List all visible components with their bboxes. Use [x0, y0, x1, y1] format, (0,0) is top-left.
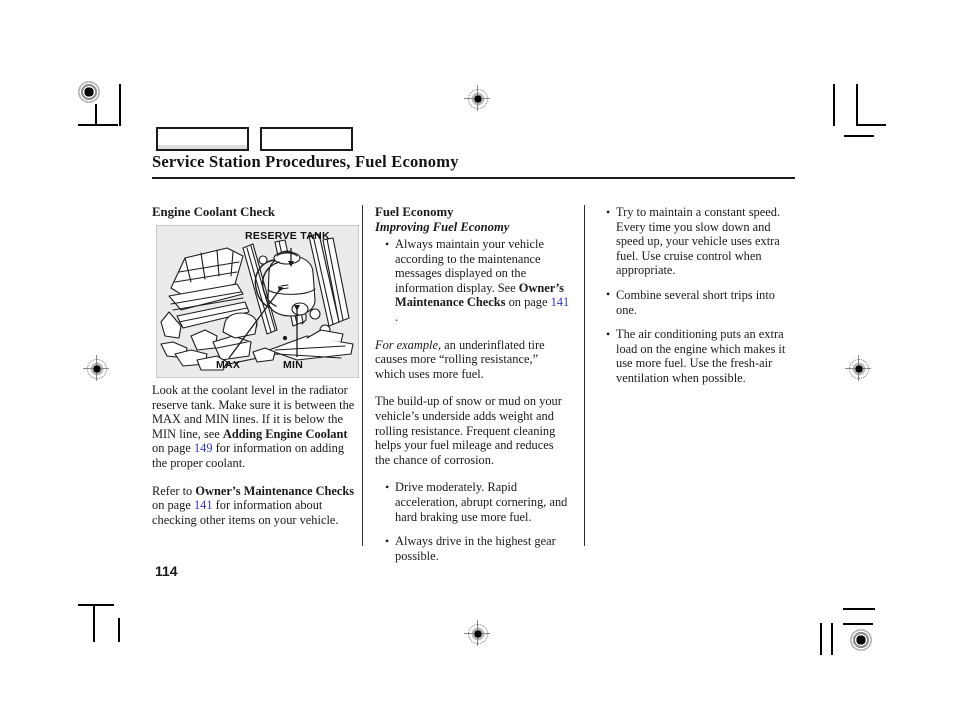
page-reference-141[interactable]: 141 — [194, 498, 213, 512]
crop-mark-bottom-left-vertical-2 — [118, 618, 120, 642]
crop-mark-bottom-right-vertical — [831, 623, 833, 655]
list-item: Drive moderately. Rapid acceleration, ab… — [385, 480, 571, 524]
bullet-list-improving-fuel-economy: Always maintain your vehicle according t… — [375, 237, 571, 325]
bold-adding-engine-coolant: Adding Engine Coolant — [222, 426, 348, 441]
paragraph-snow-mud-buildup: The build-up of snow or mud on your vehi… — [375, 394, 562, 467]
list-item: Always drive in the highest gear possibl… — [385, 534, 571, 563]
crop-mark-bottom-left-horizontal — [78, 604, 114, 606]
crop-mark-top-left-vertical — [119, 84, 121, 126]
section-tab-box-2[interactable] — [260, 127, 353, 151]
section-tab-box-1[interactable] — [156, 127, 249, 151]
crop-mark-top-left-vertical-2 — [95, 104, 97, 126]
page-title: Service Station Procedures, Fuel Economy — [152, 152, 459, 171]
crop-mark-top-right-vertical — [833, 84, 835, 126]
italic-for-example: For example, — [375, 337, 442, 352]
list-item: Try to maintain a constant speed. Every … — [606, 205, 796, 278]
registration-bullseye-bottom-right — [850, 629, 872, 651]
registration-target-left-middle — [83, 355, 109, 381]
figure-label-max: MAX — [216, 359, 241, 371]
registration-ring — [468, 89, 488, 109]
subheading-improving-fuel-economy: Improving Fuel Economy — [375, 220, 510, 234]
crop-mark-bottom-right-horizontal — [843, 608, 875, 610]
list-item: Always maintain your vehicle according t… — [385, 237, 571, 325]
page-reference-141[interactable]: 141 — [551, 295, 570, 309]
page-reference-149[interactable]: 149 — [194, 441, 213, 455]
figure-label-reserve-tank: RESERVE TANK — [245, 230, 330, 242]
list-item: Combine several short trips into one. — [606, 287, 796, 317]
registration-ring — [849, 359, 869, 379]
list-item: The air conditioning puts an extra load … — [606, 327, 796, 385]
column-divider-right — [584, 205, 585, 546]
title-rule — [152, 177, 795, 179]
crop-mark-bottom-right-vertical-2 — [820, 623, 822, 655]
page-number: 114 — [155, 563, 178, 579]
registration-target-bottom-center — [464, 620, 490, 646]
column-middle: Fuel Economy Improving Fuel Economy Alwa… — [375, 205, 571, 576]
crop-mark-top-right-vertical-2 — [856, 84, 858, 126]
text-run: on page — [152, 441, 194, 456]
paragraph-for-example: For example, an underinflated tire cause… — [375, 338, 571, 382]
bold-owners-maintenance-checks: Owner’s Maintenance Checks — [195, 483, 355, 498]
text-run: Refer to — [152, 483, 196, 498]
crop-mark-bottom-left-vertical — [93, 604, 95, 642]
crop-mark-top-left-horizontal — [78, 124, 118, 126]
text-run: on page — [152, 498, 194, 513]
crop-mark-bottom-right-horizontal-2 — [843, 623, 873, 625]
paragraph-coolant-level: Look at the coolant level in the radiato… — [152, 383, 358, 471]
column-divider-left — [362, 205, 363, 546]
crop-mark-top-right-horizontal-2 — [844, 135, 874, 137]
bullet-list-driving-tips: Drive moderately. Rapid acceleration, ab… — [375, 480, 571, 563]
crop-mark-top-right-horizontal — [856, 124, 886, 126]
registration-ring — [468, 624, 488, 644]
registration-bullseye-top-left — [78, 81, 100, 103]
figure-coolant-reserve-tank: RESERVE TANK MAX MIN — [156, 225, 359, 378]
text-run: on page — [505, 295, 551, 310]
registration-ring — [87, 359, 107, 379]
text-run: . — [395, 309, 399, 324]
heading-fuel-economy: Fuel Economy — [375, 205, 454, 219]
figure-label-min: MIN — [283, 359, 304, 371]
registration-target-right-middle — [845, 355, 871, 381]
paragraph-owners-maintenance-checks: Refer to Owner’s Maintenance Checks on p… — [152, 484, 358, 528]
heading-engine-coolant-check: Engine Coolant Check — [152, 205, 276, 219]
bullet-list-fuel-economy-tips: Try to maintain a constant speed. Every … — [596, 205, 796, 386]
registration-target-top-center — [464, 85, 490, 111]
column-right: Try to maintain a constant speed. Every … — [596, 205, 796, 399]
